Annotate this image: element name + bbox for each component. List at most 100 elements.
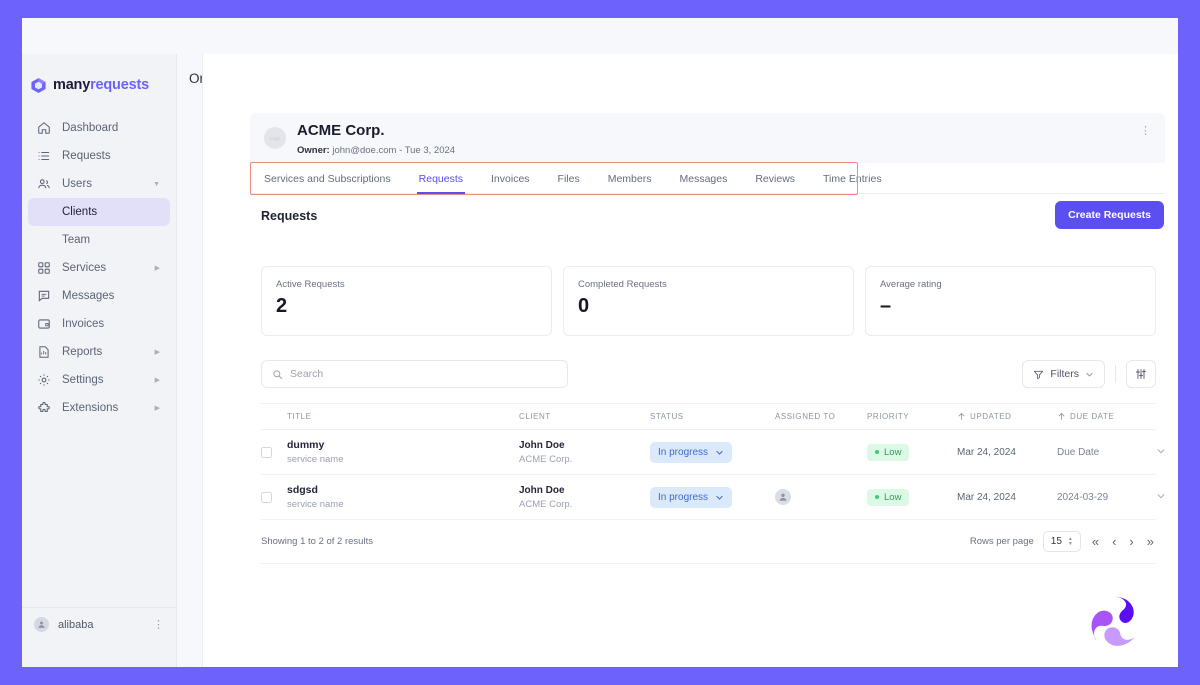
app-frame: manyrequests Dashboard Requests Users ▼ … bbox=[22, 18, 1178, 667]
search-input[interactable] bbox=[290, 368, 557, 380]
column-header-updated[interactable]: UPDATED bbox=[957, 412, 1057, 421]
priority-badge: Low bbox=[867, 443, 910, 461]
toolbar-divider bbox=[1115, 365, 1116, 383]
search-box[interactable] bbox=[261, 360, 568, 388]
sidebar-item-requests[interactable]: Requests bbox=[28, 142, 170, 170]
table-toolbar: Filters bbox=[261, 360, 1156, 388]
stat-card-active-requests: Active Requests 2 bbox=[261, 266, 552, 336]
sidebar-item-reports[interactable]: Reports ▶ bbox=[28, 338, 170, 366]
chevron-right-icon: ▶ bbox=[154, 265, 160, 272]
stat-value: 2 bbox=[276, 295, 288, 317]
pagination-first-button[interactable]: « bbox=[1090, 534, 1101, 549]
sidebar-item-services[interactable]: Services ▶ bbox=[28, 254, 170, 282]
tab-requests[interactable]: Requests bbox=[416, 173, 466, 194]
chevron-down-icon bbox=[715, 493, 724, 502]
sidebar-item-extensions[interactable]: Extensions ▶ bbox=[28, 394, 170, 422]
assignee-avatar bbox=[775, 489, 791, 505]
cell-updated: Mar 24, 2024 bbox=[957, 491, 1016, 503]
top-strip bbox=[22, 18, 1178, 54]
organization-avatar: Logo bbox=[264, 127, 286, 149]
pagination-prev-button[interactable]: ‹ bbox=[1110, 534, 1118, 549]
sidebar-item-team[interactable]: Team bbox=[28, 226, 170, 254]
column-settings-button[interactable] bbox=[1126, 360, 1156, 388]
cell-client: John Doe ACME Corp. bbox=[519, 440, 650, 465]
tab-invoices[interactable]: Invoices bbox=[491, 173, 530, 193]
pagination-next-button[interactable]: › bbox=[1127, 534, 1135, 549]
cell-updated: Mar 24, 2024 bbox=[957, 446, 1016, 458]
column-header-status[interactable]: STATUS bbox=[650, 412, 775, 421]
sidebar-item-clients[interactable]: Clients bbox=[28, 198, 170, 226]
priority-dot-icon bbox=[875, 495, 879, 499]
cell-client: John Doe ACME Corp. bbox=[519, 485, 650, 510]
chevron-down-icon bbox=[715, 448, 724, 457]
sidebar-item-dashboard[interactable]: Dashboard bbox=[28, 114, 170, 142]
cell-title: dummy service name bbox=[287, 439, 519, 465]
row-checkbox[interactable] bbox=[261, 446, 272, 458]
column-header-assigned-to[interactable]: ASSIGNED TO bbox=[775, 412, 867, 421]
table-row[interactable]: sdgsd service name John Doe ACME Corp. I… bbox=[261, 475, 1165, 520]
sidebar-item-label: Extensions bbox=[62, 402, 119, 414]
main-panel: Logo ACME Corp. Owner: john@doe.com - Tu… bbox=[202, 54, 1178, 667]
column-header-priority[interactable]: PRIORITY bbox=[867, 412, 957, 421]
column-header-title[interactable]: TITLE bbox=[287, 412, 519, 421]
cell-due-date[interactable]: 2024-03-29 bbox=[1057, 492, 1156, 503]
tab-members[interactable]: Members bbox=[608, 173, 652, 193]
sidebar-user[interactable]: alibaba ⋮ bbox=[22, 607, 176, 641]
row-expand-chevron-icon[interactable] bbox=[1156, 446, 1170, 458]
sidebar-item-label: Dashboard bbox=[62, 122, 119, 134]
tab-reviews[interactable]: Reviews bbox=[755, 173, 795, 193]
chevron-down-icon bbox=[1085, 370, 1094, 379]
sliders-icon bbox=[1135, 368, 1147, 380]
row-checkbox[interactable] bbox=[261, 491, 272, 503]
brand-word-requests: requests bbox=[90, 77, 149, 93]
sidebar-item-settings[interactable]: Settings ▶ bbox=[28, 366, 170, 394]
brand-wordmark: manyrequests bbox=[53, 77, 149, 93]
sidebar-item-users[interactable]: Users ▼ bbox=[28, 170, 170, 198]
column-header-due-date[interactable]: DUE DATE bbox=[1057, 412, 1156, 421]
rows-per-page-select[interactable]: 15 ▲ ▼ bbox=[1042, 531, 1081, 552]
owner-date: - Tue 3, 2024 bbox=[399, 145, 456, 156]
sidebar-item-label: Messages bbox=[62, 290, 115, 302]
list-icon bbox=[36, 148, 52, 164]
create-requests-button[interactable]: Create Requests bbox=[1055, 201, 1164, 229]
table-row[interactable]: dummy service name John Doe ACME Corp. I… bbox=[261, 430, 1165, 475]
cell-assigned-to[interactable] bbox=[775, 489, 867, 505]
tab-messages[interactable]: Messages bbox=[679, 173, 727, 193]
filter-icon bbox=[1033, 369, 1044, 380]
sidebar-item-label: Services bbox=[62, 262, 107, 274]
tab-services-and-subscriptions[interactable]: Services and Subscriptions bbox=[264, 173, 391, 193]
chevron-down-icon: ▼ bbox=[153, 180, 160, 188]
chevron-right-icon: ▶ bbox=[154, 377, 160, 384]
sidebar-item-label: Invoices bbox=[62, 318, 105, 330]
organization-name: ACME Corp. bbox=[297, 122, 385, 139]
cell-status: In progress bbox=[650, 486, 775, 508]
tab-time-entries[interactable]: Time Entries bbox=[823, 173, 882, 193]
status-badge[interactable]: In progress bbox=[650, 486, 733, 508]
row-checkbox-cell bbox=[261, 491, 287, 503]
invoice-icon bbox=[36, 316, 52, 332]
filters-button[interactable]: Filters bbox=[1022, 360, 1105, 388]
sidebar-item-messages[interactable]: Messages bbox=[28, 282, 170, 310]
request-title: dummy bbox=[287, 439, 325, 451]
brand-logo[interactable]: manyrequests bbox=[22, 54, 176, 100]
sidebar: manyrequests Dashboard Requests Users ▼ … bbox=[22, 54, 177, 667]
sidebar-item-invoices[interactable]: Invoices bbox=[28, 310, 170, 338]
pagination-last-button[interactable]: » bbox=[1145, 534, 1156, 549]
tab-files[interactable]: Files bbox=[558, 173, 580, 193]
organization-kebab-menu-icon[interactable]: ⋮ bbox=[1140, 126, 1151, 137]
sidebar-item-label: Clients bbox=[62, 206, 98, 218]
column-header-client[interactable]: CLIENT bbox=[519, 412, 650, 421]
status-badge[interactable]: In progress bbox=[650, 441, 733, 463]
pagination-controls: Rows per page 15 ▲ ▼ « ‹ › » bbox=[970, 531, 1156, 552]
results-count: Showing 1 to 2 of 2 results bbox=[261, 536, 373, 547]
kebab-menu-icon[interactable]: ⋮ bbox=[153, 619, 164, 630]
table-footer: Showing 1 to 2 of 2 results Rows per pag… bbox=[261, 520, 1156, 564]
home-icon bbox=[36, 120, 52, 136]
cell-due-date[interactable]: Due Date bbox=[1057, 447, 1156, 458]
organization-card: Logo ACME Corp. Owner: john@doe.com - Tu… bbox=[250, 113, 1165, 163]
row-checkbox-cell bbox=[261, 446, 287, 458]
requests-table: TITLE CLIENT STATUS ASSIGNED TO PRIORITY… bbox=[261, 403, 1165, 564]
brand-word-many: many bbox=[53, 77, 91, 93]
row-expand-chevron-icon[interactable] bbox=[1156, 491, 1170, 503]
stat-value: – bbox=[880, 295, 892, 317]
